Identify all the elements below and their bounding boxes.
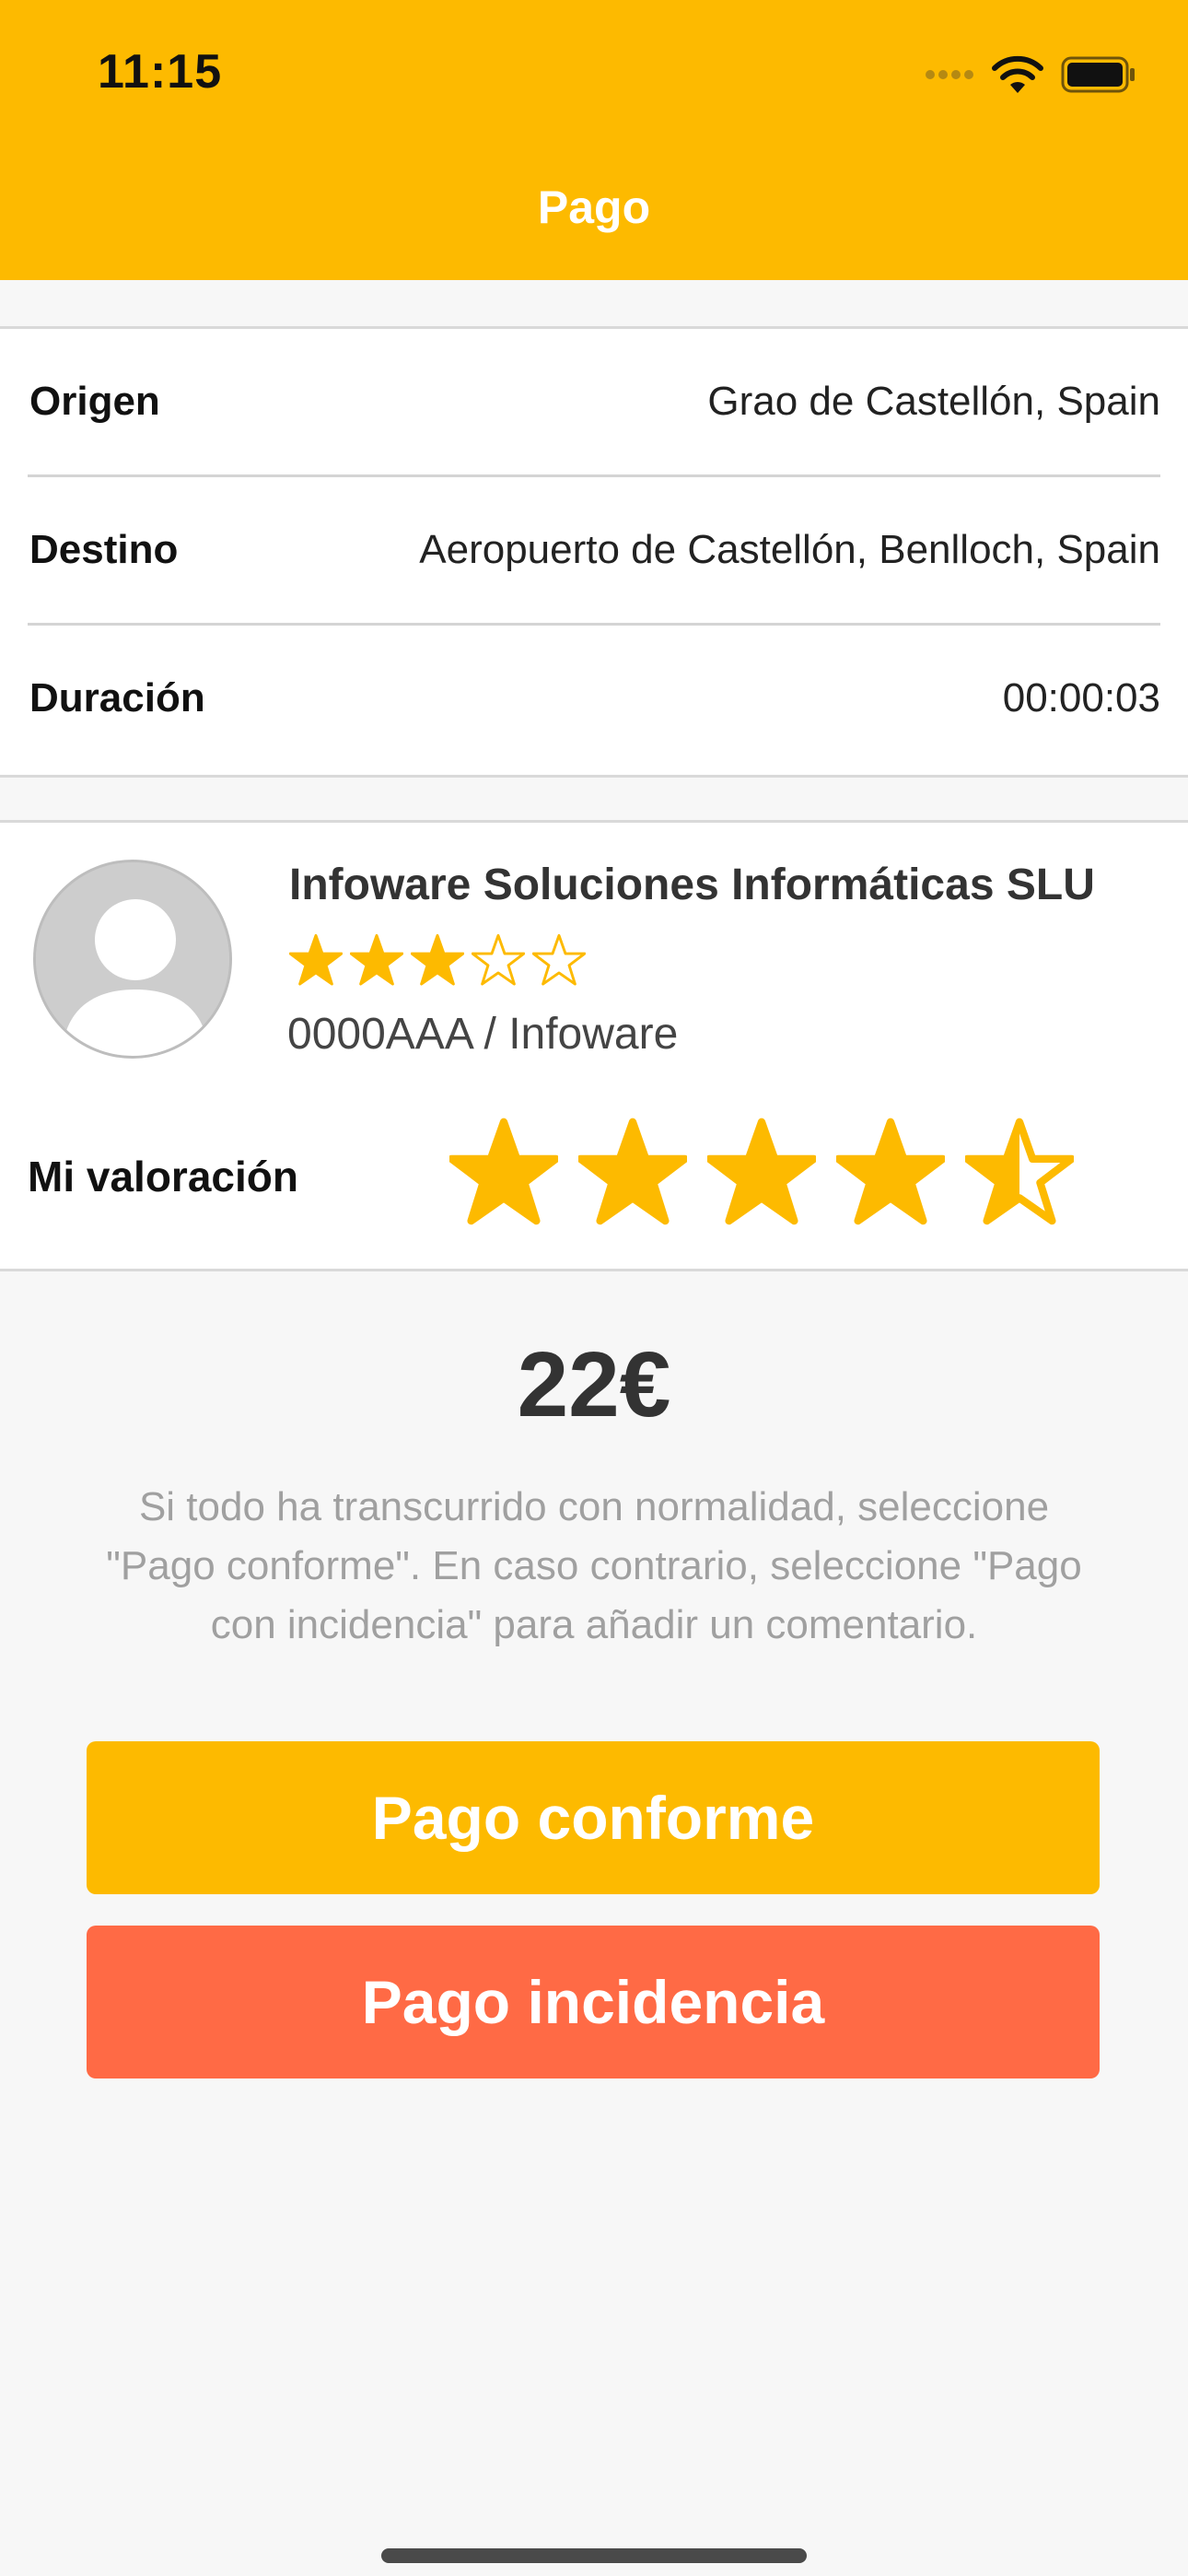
star-filled-icon[interactable] xyxy=(577,1118,689,1231)
duration-value: 00:00:03 xyxy=(1002,675,1160,720)
signal-dots-icon xyxy=(925,68,976,86)
wifi-icon xyxy=(991,54,1044,100)
status-time: 11:15 xyxy=(98,45,223,99)
home-indicator[interactable] xyxy=(381,2548,807,2563)
star-filled-icon[interactable] xyxy=(834,1118,947,1231)
driver-card: Infoware Soluciones Informáticas SLU 000… xyxy=(0,820,1188,1087)
pay-ok-button[interactable]: Pago conforme xyxy=(87,1741,1100,1894)
star-filled-icon xyxy=(349,933,404,991)
destination-row: Destino Aeropuerto de Castellón, Benlloc… xyxy=(28,477,1160,623)
price: 22€ xyxy=(517,1333,671,1436)
battery-icon xyxy=(1061,56,1136,98)
payment-note: Si todo ha transcurrido con normalidad, … xyxy=(106,1484,1082,1647)
status-icons xyxy=(925,53,1136,100)
star-half-icon[interactable] xyxy=(963,1118,1076,1231)
origin-label: Origen xyxy=(29,379,160,424)
star-filled-icon[interactable] xyxy=(448,1118,560,1231)
app-header: 11:15 Pago xyxy=(0,0,1188,280)
my-rating-stars[interactable] xyxy=(448,1118,1076,1231)
star-filled-icon[interactable] xyxy=(705,1118,818,1231)
origin-row: Origen Grao de Castellón, Spain xyxy=(28,329,1160,474)
star-filled-icon xyxy=(288,933,344,991)
driver-name: Infoware Soluciones Informáticas SLU xyxy=(289,861,1095,909)
avatar xyxy=(33,860,232,1059)
destination-label: Destino xyxy=(29,527,179,572)
user-placeholder-icon xyxy=(36,862,229,1056)
destination-value: Aeropuerto de Castellón, Benlloch, Spain xyxy=(419,527,1160,572)
duration-row: Duración 00:00:03 xyxy=(28,626,1160,771)
trip-info-card: Origen Grao de Castellón, Spain Destino … xyxy=(0,326,1188,778)
page-title: Pago xyxy=(537,181,651,233)
my-rating-card: Mi valoración xyxy=(0,1084,1188,1271)
duration-label: Duración xyxy=(29,675,205,720)
star-filled-icon xyxy=(410,933,465,991)
origin-value: Grao de Castellón, Spain xyxy=(707,379,1160,424)
pay-incident-button[interactable]: Pago incidencia xyxy=(87,1926,1100,2078)
star-empty-icon xyxy=(471,933,526,991)
my-rating-label: Mi valoración xyxy=(28,1153,298,1200)
driver-rating xyxy=(288,933,587,991)
driver-plate: 0000AAA / Infoware xyxy=(287,1010,679,1059)
star-empty-icon xyxy=(531,933,587,991)
